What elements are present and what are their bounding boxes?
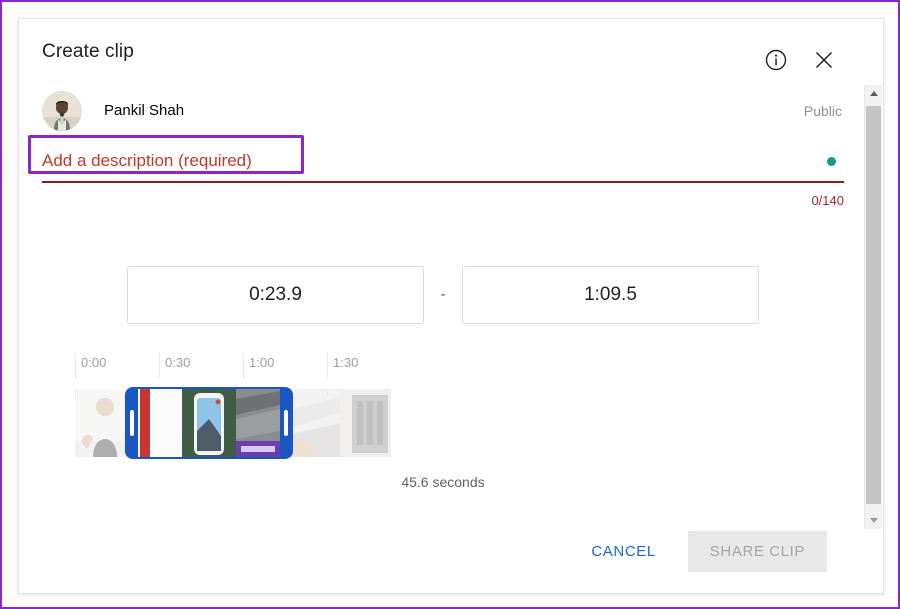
avatar — [42, 91, 82, 131]
time-range-row: 0:23.9 - 1:09.5 — [19, 266, 867, 324]
clip-end-time-input[interactable]: 1:09.5 — [462, 266, 759, 324]
timeline-tick-line — [75, 353, 76, 379]
time-range-separator: - — [440, 286, 446, 303]
scroll-down-arrow-icon[interactable] — [865, 512, 882, 529]
description-input[interactable] — [42, 147, 844, 183]
share-clip-button[interactable]: SHARE CLIP — [687, 530, 827, 572]
scroll-up-arrow-icon[interactable] — [865, 85, 882, 102]
timeline-tick-label: 1:30 — [333, 355, 359, 370]
visibility-label: Public — [803, 103, 842, 119]
dialog-footer: CANCEL SHARE CLIP — [19, 527, 849, 575]
dialog-content: Create clip Pankil Shah Public Add a des… — [19, 19, 867, 593]
filmstrip-frame — [287, 389, 340, 457]
clip-start-handle[interactable] — [130, 410, 134, 436]
clip-start-time-input[interactable]: 0:23.9 — [127, 266, 424, 324]
dialog-title: Create clip — [42, 41, 134, 62]
timeline-gridline — [75, 389, 76, 395]
timeline-gridline — [327, 389, 328, 395]
close-icon[interactable] — [811, 47, 837, 73]
description-field-wrap: 0/140 — [42, 147, 844, 208]
author-name: Pankil Shah — [104, 102, 185, 119]
dialog-header-actions — [763, 47, 837, 73]
clip-selection-preview — [138, 389, 280, 457]
cancel-button[interactable]: CANCEL — [581, 533, 665, 570]
author-row: Pankil Shah Public — [42, 91, 842, 133]
dialog-scrollbar[interactable] — [864, 85, 882, 529]
scrollbar-thumb[interactable] — [866, 106, 881, 504]
timeline-tick-label: 1:00 — [249, 355, 275, 370]
screen-root: Create clip Pankil Shah Public Add a des… — [0, 0, 900, 609]
timeline-ticks: 0:00 0:30 1:00 1:30 — [75, 353, 411, 379]
create-clip-dialog: Create clip Pankil Shah Public Add a des… — [18, 18, 884, 594]
description-status-dot — [827, 157, 836, 166]
clip-selection-window[interactable] — [125, 387, 293, 459]
timeline-tick-label: 0:00 — [81, 355, 107, 370]
character-counter: 0/140 — [811, 193, 844, 208]
clip-end-handle[interactable] — [284, 410, 288, 436]
timeline-tick-label: 0:30 — [165, 355, 191, 370]
timeline-tick-line — [243, 353, 244, 379]
filmstrip-frame — [340, 389, 391, 457]
clip-timeline[interactable]: 0:00 0:30 1:00 1:30 — [75, 353, 411, 463]
timeline-tick-line — [327, 353, 328, 379]
filmstrip-frame — [75, 389, 128, 457]
timeline-tick-line — [159, 353, 160, 379]
clip-duration-label: 45.6 seconds — [401, 474, 485, 490]
info-circle-icon[interactable] — [763, 47, 789, 73]
